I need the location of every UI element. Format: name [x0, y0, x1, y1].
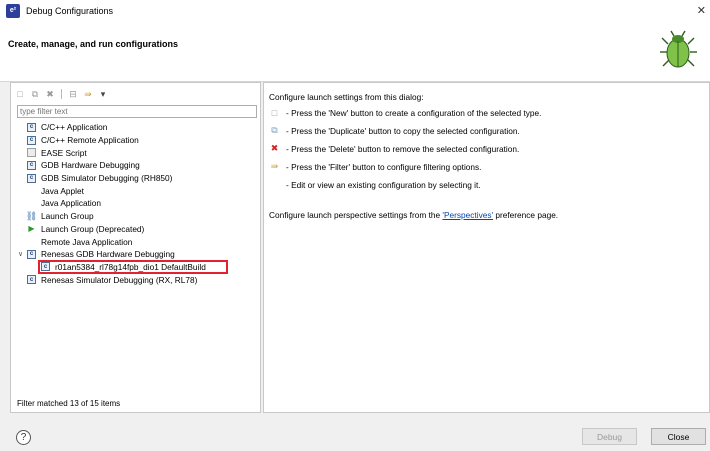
chevron-down-icon[interactable]: ▾	[97, 88, 109, 100]
tree-toolbar: □ ⧉ ✖ ⊟ ⇛ ▾	[14, 87, 109, 101]
app-icon: e²	[6, 3, 20, 18]
tree-item[interactable]: ⛓ Launch Group	[17, 210, 257, 223]
c-config-icon: c	[27, 249, 36, 259]
help-line: ✖ - Press the 'Delete' button to remove …	[269, 143, 520, 154]
chevron-down-icon[interactable]: ∨	[18, 250, 23, 258]
filter-config-icon[interactable]: ⇛	[82, 88, 94, 100]
delete-icon: ✖	[270, 143, 279, 153]
dialog-header: Create, manage, and run configurations	[0, 22, 710, 82]
tree-item-expanded[interactable]: ∨ c Renesas GDB Hardware Debugging	[17, 248, 257, 261]
tree-item[interactable]: c C/C++ Application	[17, 121, 257, 134]
perspective-prefix: Configure launch perspective settings fr…	[269, 210, 443, 220]
button-bar: ? Debug Close	[0, 413, 710, 451]
close-window-icon[interactable]: ✕	[697, 4, 706, 17]
help-line: ⇛ - Press the 'Filter' button to configu…	[269, 161, 482, 172]
blank-icon	[269, 179, 280, 190]
intro-label: Configure launch settings from this dial…	[269, 92, 424, 102]
tree-item-label: Renesas Simulator Debugging (RX, RL78)	[41, 274, 198, 285]
c-config-icon: c	[27, 160, 36, 170]
help-line-text: - Press the 'New' button to create a con…	[286, 107, 542, 118]
collapse-all-icon[interactable]: ⊟	[67, 88, 79, 100]
tree-item[interactable]: Java Applet	[17, 184, 257, 197]
selection-highlight-box	[38, 260, 228, 274]
tree-item-label: Java Application	[41, 198, 101, 209]
header-title: Create, manage, and run configurations	[8, 39, 179, 49]
tree-item-label: Renesas GDB Hardware Debugging	[41, 249, 175, 260]
help-line: □ - Press the 'New' button to create a c…	[269, 107, 542, 118]
help-line-text: - Press the 'Duplicate' button to copy t…	[286, 125, 520, 136]
duplicate-icon: ⧉	[271, 125, 278, 135]
tree-item-label: Launch Group (Deprecated)	[41, 223, 145, 234]
tree-item-label: Java Applet	[41, 185, 84, 196]
perspective-suffix: preference page.	[493, 210, 559, 220]
tree-item[interactable]: Java Application	[17, 197, 257, 210]
details-panel: Configure launch settings from this dial…	[263, 82, 710, 413]
c-config-icon: c	[27, 173, 36, 183]
tree-item[interactable]: EASE Script	[17, 146, 257, 159]
perspective-line: Configure launch perspective settings fr…	[269, 210, 558, 220]
tree-item[interactable]: c GDB Simulator Debugging (RH850)	[17, 172, 257, 185]
play-icon: ▶	[28, 224, 35, 234]
script-icon	[27, 148, 36, 158]
c-config-icon: c	[27, 275, 36, 285]
window-title: Debug Configurations	[26, 5, 114, 16]
tree-item-label: C/C++ Application	[41, 122, 108, 133]
filter-icon: ⇛	[270, 161, 279, 171]
perspectives-link[interactable]: 'Perspectives'	[442, 210, 493, 220]
tree-item[interactable]: c Renesas Simulator Debugging (RX, RL78)	[17, 273, 257, 286]
bug-icon	[660, 30, 697, 68]
debug-button[interactable]: Debug	[582, 428, 637, 445]
title-bar: e² Debug Configurations ✕	[0, 0, 710, 22]
tree-item-label: Remote Java Application	[41, 236, 133, 247]
tree-item[interactable]: Remote Java Application	[17, 235, 257, 248]
filter-status: Filter matched 13 of 15 items	[17, 399, 121, 408]
help-line-text: - Edit or view an existing configuration…	[286, 179, 481, 190]
tree-item-label: GDB Hardware Debugging	[41, 160, 140, 171]
filter-input[interactable]	[17, 105, 257, 118]
tree-item-label: EASE Script	[41, 147, 87, 158]
help-line: ⧉ - Press the 'Duplicate' button to copy…	[269, 125, 520, 136]
tree-item-label: GDB Simulator Debugging (RH850)	[41, 173, 173, 184]
c-config-icon: c	[27, 135, 36, 145]
delete-config-icon[interactable]: ✖	[44, 88, 56, 100]
configuration-tree-panel: □ ⧉ ✖ ⊟ ⇛ ▾ c C/C++ Application c C/C++ …	[10, 82, 261, 413]
tree-item-label: Launch Group	[41, 211, 94, 222]
help-line: - Edit or view an existing configuration…	[269, 179, 481, 190]
new-config-icon[interactable]: □	[14, 88, 26, 100]
tree-item[interactable]: c C/C++ Remote Application	[17, 134, 257, 147]
help-icon[interactable]: ?	[16, 430, 31, 445]
toolbar-divider	[61, 89, 62, 99]
intro-text: Configure launch settings from this dial…	[269, 92, 424, 102]
help-line-text: - Press the 'Delete' button to remove th…	[286, 143, 520, 154]
tree-item[interactable]: c GDB Hardware Debugging	[17, 159, 257, 172]
new-icon: □	[271, 107, 278, 118]
c-config-icon: c	[27, 122, 36, 132]
launch-group-icon: ⛓	[25, 210, 38, 221]
duplicate-config-icon[interactable]: ⧉	[29, 88, 41, 100]
tree-item[interactable]: ▶ Launch Group (Deprecated)	[17, 223, 257, 236]
tree-item-label: C/C++ Remote Application	[41, 135, 139, 146]
help-line-text: - Press the 'Filter' button to configure…	[286, 161, 482, 172]
close-button[interactable]: Close	[651, 428, 706, 445]
